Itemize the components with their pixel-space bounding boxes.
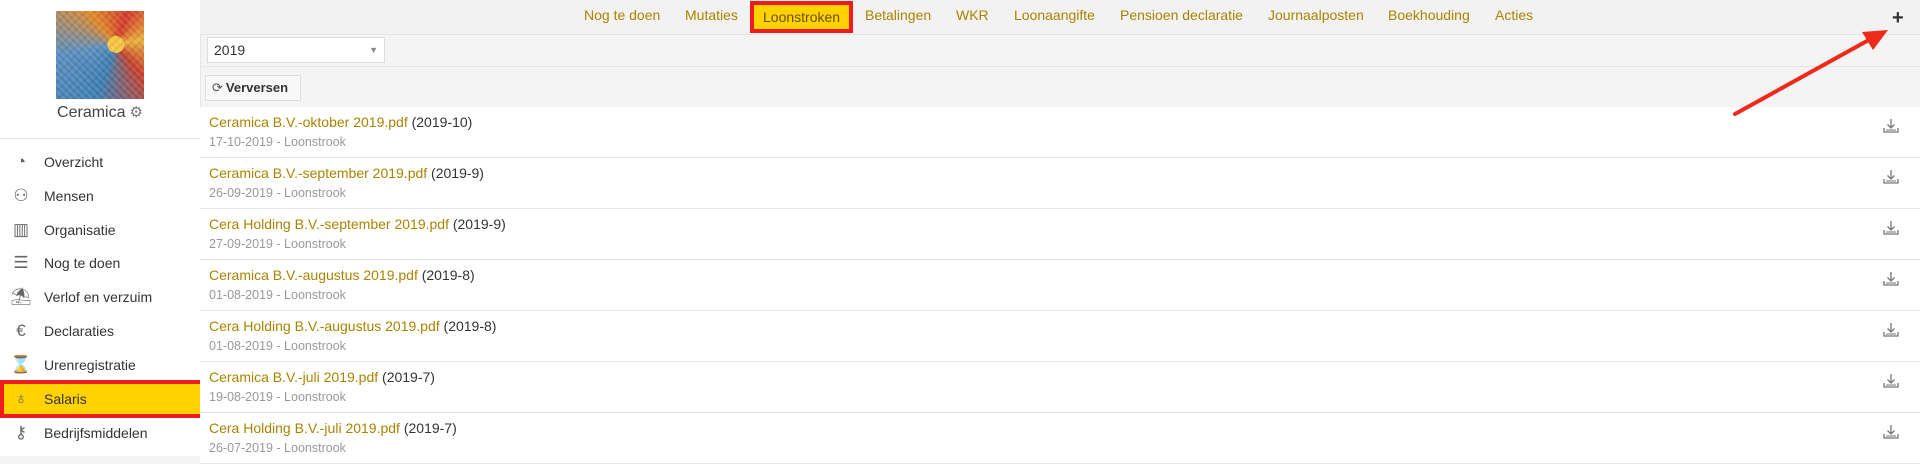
tab-boekhouding[interactable]: Boekhouding [1388, 7, 1470, 23]
refresh-label: Verversen [225, 80, 289, 95]
payslip-meta: 27-09-2019 - Loonstrook [209, 237, 346, 251]
beach-icon: ⛱ [10, 287, 32, 306]
sidebar-item-label: Declaraties [44, 323, 115, 339]
sidebar: Ceramica ⚙ ◔ Overzicht ⚇ Mensen ▥ Organisatie ☰… [0, 0, 201, 456]
key-icon: ⚷ [14, 423, 28, 442]
year-select-value: 2019 [214, 42, 246, 58]
sidebar-item-verlof-en-verzuim[interactable]: ⛱ Verlof en verzuim [0, 280, 200, 314]
company-name: Ceramica [57, 104, 126, 121]
download-icon[interactable] [1882, 168, 1900, 186]
list-item: Ceramica B.V.-juli 2019.pdf (2019-7) 19-0… [200, 362, 1920, 413]
payslip-meta: 01-08-2019 - Loonstrook [209, 288, 346, 302]
people-icon: ⚇ [13, 186, 29, 205]
payslip-meta: 01-08-2019 - Loonstrook [209, 339, 346, 353]
payslip-title: Cera Holding B.V.-augustus 2019.pdf (201… [209, 318, 496, 334]
payslip-file-link[interactable]: Cera Holding B.V.-augustus 2019.pdf [209, 318, 440, 334]
sidebar-item-label: Overzicht [44, 154, 104, 170]
payslip-period: (2019-8) [443, 318, 497, 334]
list-item: Ceramica B.V.-september 2019.pdf (2019-9… [200, 158, 1920, 209]
payslip-file-link[interactable]: Ceramica B.V.-augustus 2019.pdf [209, 267, 418, 283]
sidebar-item-label: Organisatie [44, 222, 116, 238]
sidebar-item-label: Mensen [44, 188, 94, 204]
sidebar-item-label: Nog te doen [44, 255, 121, 271]
divider [200, 66, 1920, 67]
download-icon[interactable] [1882, 372, 1900, 390]
pie-chart-icon: ◔ [15, 152, 27, 171]
list-item: Cera Holding B.V.-juli 2019.pdf (2019-7)… [200, 413, 1920, 464]
sidebar-item-label: Verlof en verzuim [44, 289, 153, 305]
tab-nog-te-doen[interactable]: Nog te doen [584, 7, 660, 23]
sidebar-item-nog-te-doen[interactable]: ☰ Nog te doen [0, 246, 200, 280]
list-item: Ceramica B.V.-oktober 2019.pdf (2019-10)… [200, 107, 1920, 158]
tab-acties[interactable]: Acties [1495, 7, 1533, 23]
tab-wkr[interactable]: WKR [956, 7, 989, 23]
payslip-file-link[interactable]: Ceramica B.V.-oktober 2019.pdf [209, 114, 408, 130]
payslip-period: (2019-8) [421, 267, 475, 283]
list-item: Ceramica B.V.-augustus 2019.pdf (2019-8)… [200, 260, 1920, 311]
tab-pensioen-declaratie[interactable]: Pensioen declaratie [1120, 7, 1243, 23]
payslip-file-link[interactable]: Ceramica B.V.-september 2019.pdf [209, 165, 427, 181]
sidebar-item-salaris[interactable]: ♁ Salaris [0, 382, 200, 416]
tab-loonaangifte[interactable]: Loonaangifte [1014, 7, 1095, 23]
sidebar-item-mensen[interactable]: ⚇ Mensen [0, 179, 200, 213]
sidebar-item-organisatie[interactable]: ▥ Organisatie [0, 213, 200, 247]
payslip-title: Ceramica B.V.-augustus 2019.pdf (2019-8) [209, 267, 475, 283]
download-icon[interactable] [1882, 219, 1900, 237]
gear-icon[interactable]: ⚙ [130, 104, 143, 121]
download-icon[interactable] [1882, 321, 1900, 339]
list-item: Cera Holding B.V.-september 2019.pdf (20… [200, 209, 1920, 260]
payslip-meta: 17-10-2019 - Loonstrook [209, 135, 346, 149]
payslip-file-link[interactable]: Cera Holding B.V.-juli 2019.pdf [209, 420, 400, 436]
company-logo [56, 11, 144, 99]
payslip-title: Ceramica B.V.-september 2019.pdf (2019-9… [209, 165, 484, 181]
building-icon: ▥ [12, 220, 30, 239]
refresh-icon: ⟳ [212, 80, 223, 95]
year-select[interactable]: 2019 ▼ [207, 37, 385, 63]
tab-mutaties[interactable]: Mutaties [685, 7, 738, 23]
payslip-period: (2019-9) [431, 165, 484, 181]
divider [0, 138, 200, 139]
payslip-meta: 26-07-2019 - Loonstrook [209, 441, 346, 455]
company-header: Ceramica ⚙ [0, 103, 200, 122]
chevron-down-icon: ▼ [369, 45, 378, 55]
tab-loonstroken[interactable]: Loonstroken [750, 1, 854, 33]
checklist-icon: ☰ [13, 253, 29, 272]
payslip-title: Cera Holding B.V.-juli 2019.pdf (2019-7) [209, 420, 457, 436]
sidebar-item-overzicht[interactable]: ◔ Overzicht [0, 145, 200, 179]
payslip-title: Ceramica B.V.-juli 2019.pdf (2019-7) [209, 369, 435, 385]
sidebar-item-label: Salaris [44, 391, 87, 407]
download-icon[interactable] [1882, 423, 1900, 441]
payslip-file-link[interactable]: Cera Holding B.V.-september 2019.pdf [209, 216, 449, 232]
payslip-meta: 26-09-2019 - Loonstrook [209, 186, 346, 200]
download-icon[interactable] [1882, 117, 1900, 135]
money-bag-icon: ♁ [14, 389, 28, 408]
sidebar-item-label: Urenregistratie [44, 357, 136, 373]
euro-icon: € [16, 321, 26, 340]
payslip-title: Ceramica B.V.-oktober 2019.pdf (2019-10) [209, 114, 472, 130]
add-button[interactable]: + [1892, 8, 1904, 28]
payslip-period: (2019-10) [411, 114, 473, 130]
sidebar-item-label: Bedrijfsmiddelen [44, 425, 148, 441]
payslip-meta: 19-08-2019 - Loonstrook [209, 390, 346, 404]
refresh-button[interactable]: ⟳ Verversen [205, 75, 301, 101]
sidebar-item-declaraties[interactable]: € Declaraties [0, 314, 200, 348]
payslip-period: (2019-9) [452, 216, 506, 232]
payslip-list: Ceramica B.V.-oktober 2019.pdf (2019-10)… [200, 107, 1920, 464]
list-item: Cera Holding B.V.-augustus 2019.pdf (201… [200, 311, 1920, 362]
sidebar-item-bedrijfsmiddelen[interactable]: ⚷ Bedrijfsmiddelen [0, 416, 200, 450]
payslip-period: (2019-7) [403, 420, 457, 436]
payslip-title: Cera Holding B.V.-september 2019.pdf (20… [209, 216, 506, 232]
tab-journaalposten[interactable]: Journaalposten [1268, 7, 1364, 23]
sidebar-item-urenregistratie[interactable]: ⌛ Urenregistratie [0, 348, 200, 382]
payslip-file-link[interactable]: Ceramica B.V.-juli 2019.pdf [209, 369, 378, 385]
download-icon[interactable] [1882, 270, 1900, 288]
payslip-period: (2019-7) [382, 369, 435, 385]
hourglass-icon: ⌛ [10, 355, 32, 374]
tab-betalingen[interactable]: Betalingen [865, 7, 931, 23]
top-tabs: Nog te doen Mutaties Loonstroken Betalingen… [200, 0, 1920, 35]
